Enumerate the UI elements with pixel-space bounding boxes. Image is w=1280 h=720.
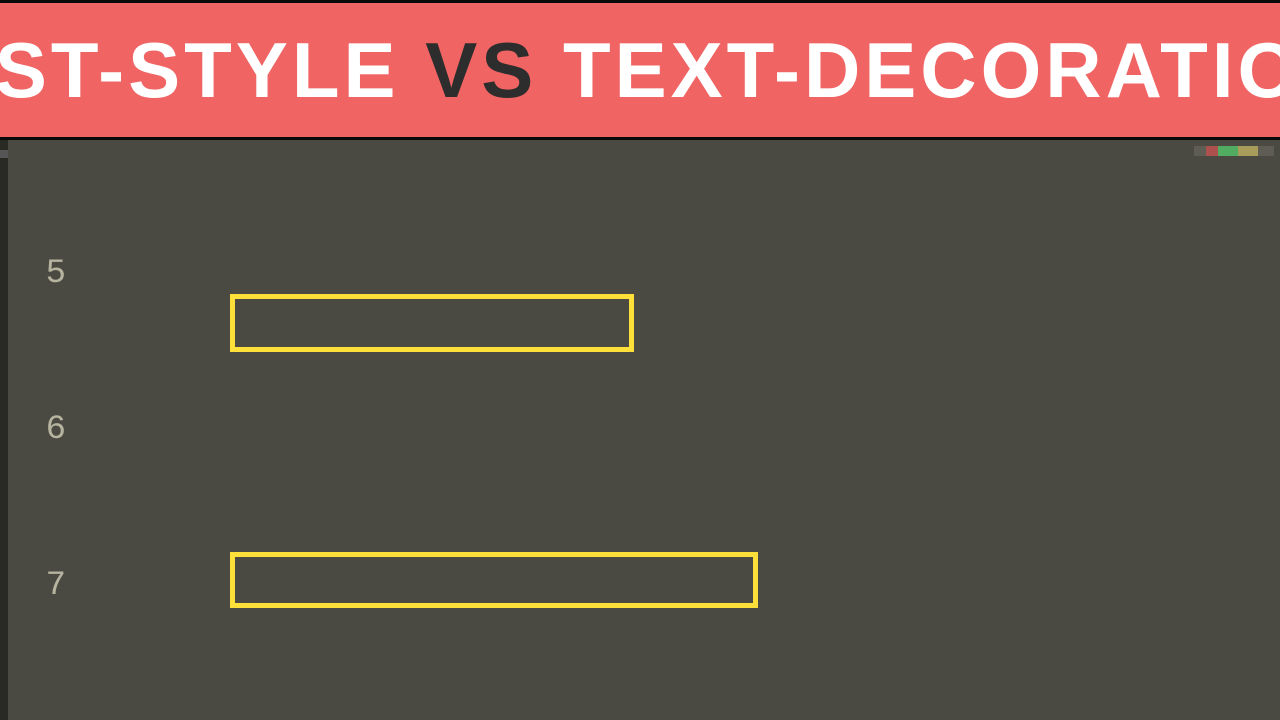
banner-left: LIST-STYLE xyxy=(0,26,400,114)
line-number-gutter: 5 6 7 8 9 10 11 12 13 14 15 xyxy=(0,140,80,720)
banner-text: LIST-STYLE VS TEXT-DECORATION xyxy=(0,25,1280,116)
title-banner: LIST-STYLE VS TEXT-DECORATION xyxy=(0,0,1280,140)
code-area[interactable]: <style type="text/css"> li{ list-style: … xyxy=(96,716,1280,720)
line-number: 6 xyxy=(0,404,66,456)
banner-right: TEXT-DECORATION xyxy=(563,26,1280,114)
highlight-box-text-decoration xyxy=(230,552,758,608)
code-editor[interactable]: 5 6 7 8 9 10 11 12 13 14 15 <style type=… xyxy=(0,140,1280,720)
line-number: 7 xyxy=(0,560,66,612)
line-number: 5 xyxy=(0,248,66,300)
line-number: 8 xyxy=(0,716,66,720)
highlight-box-list-style xyxy=(230,294,634,352)
minimap xyxy=(1194,146,1274,156)
banner-vs: VS xyxy=(425,26,537,114)
